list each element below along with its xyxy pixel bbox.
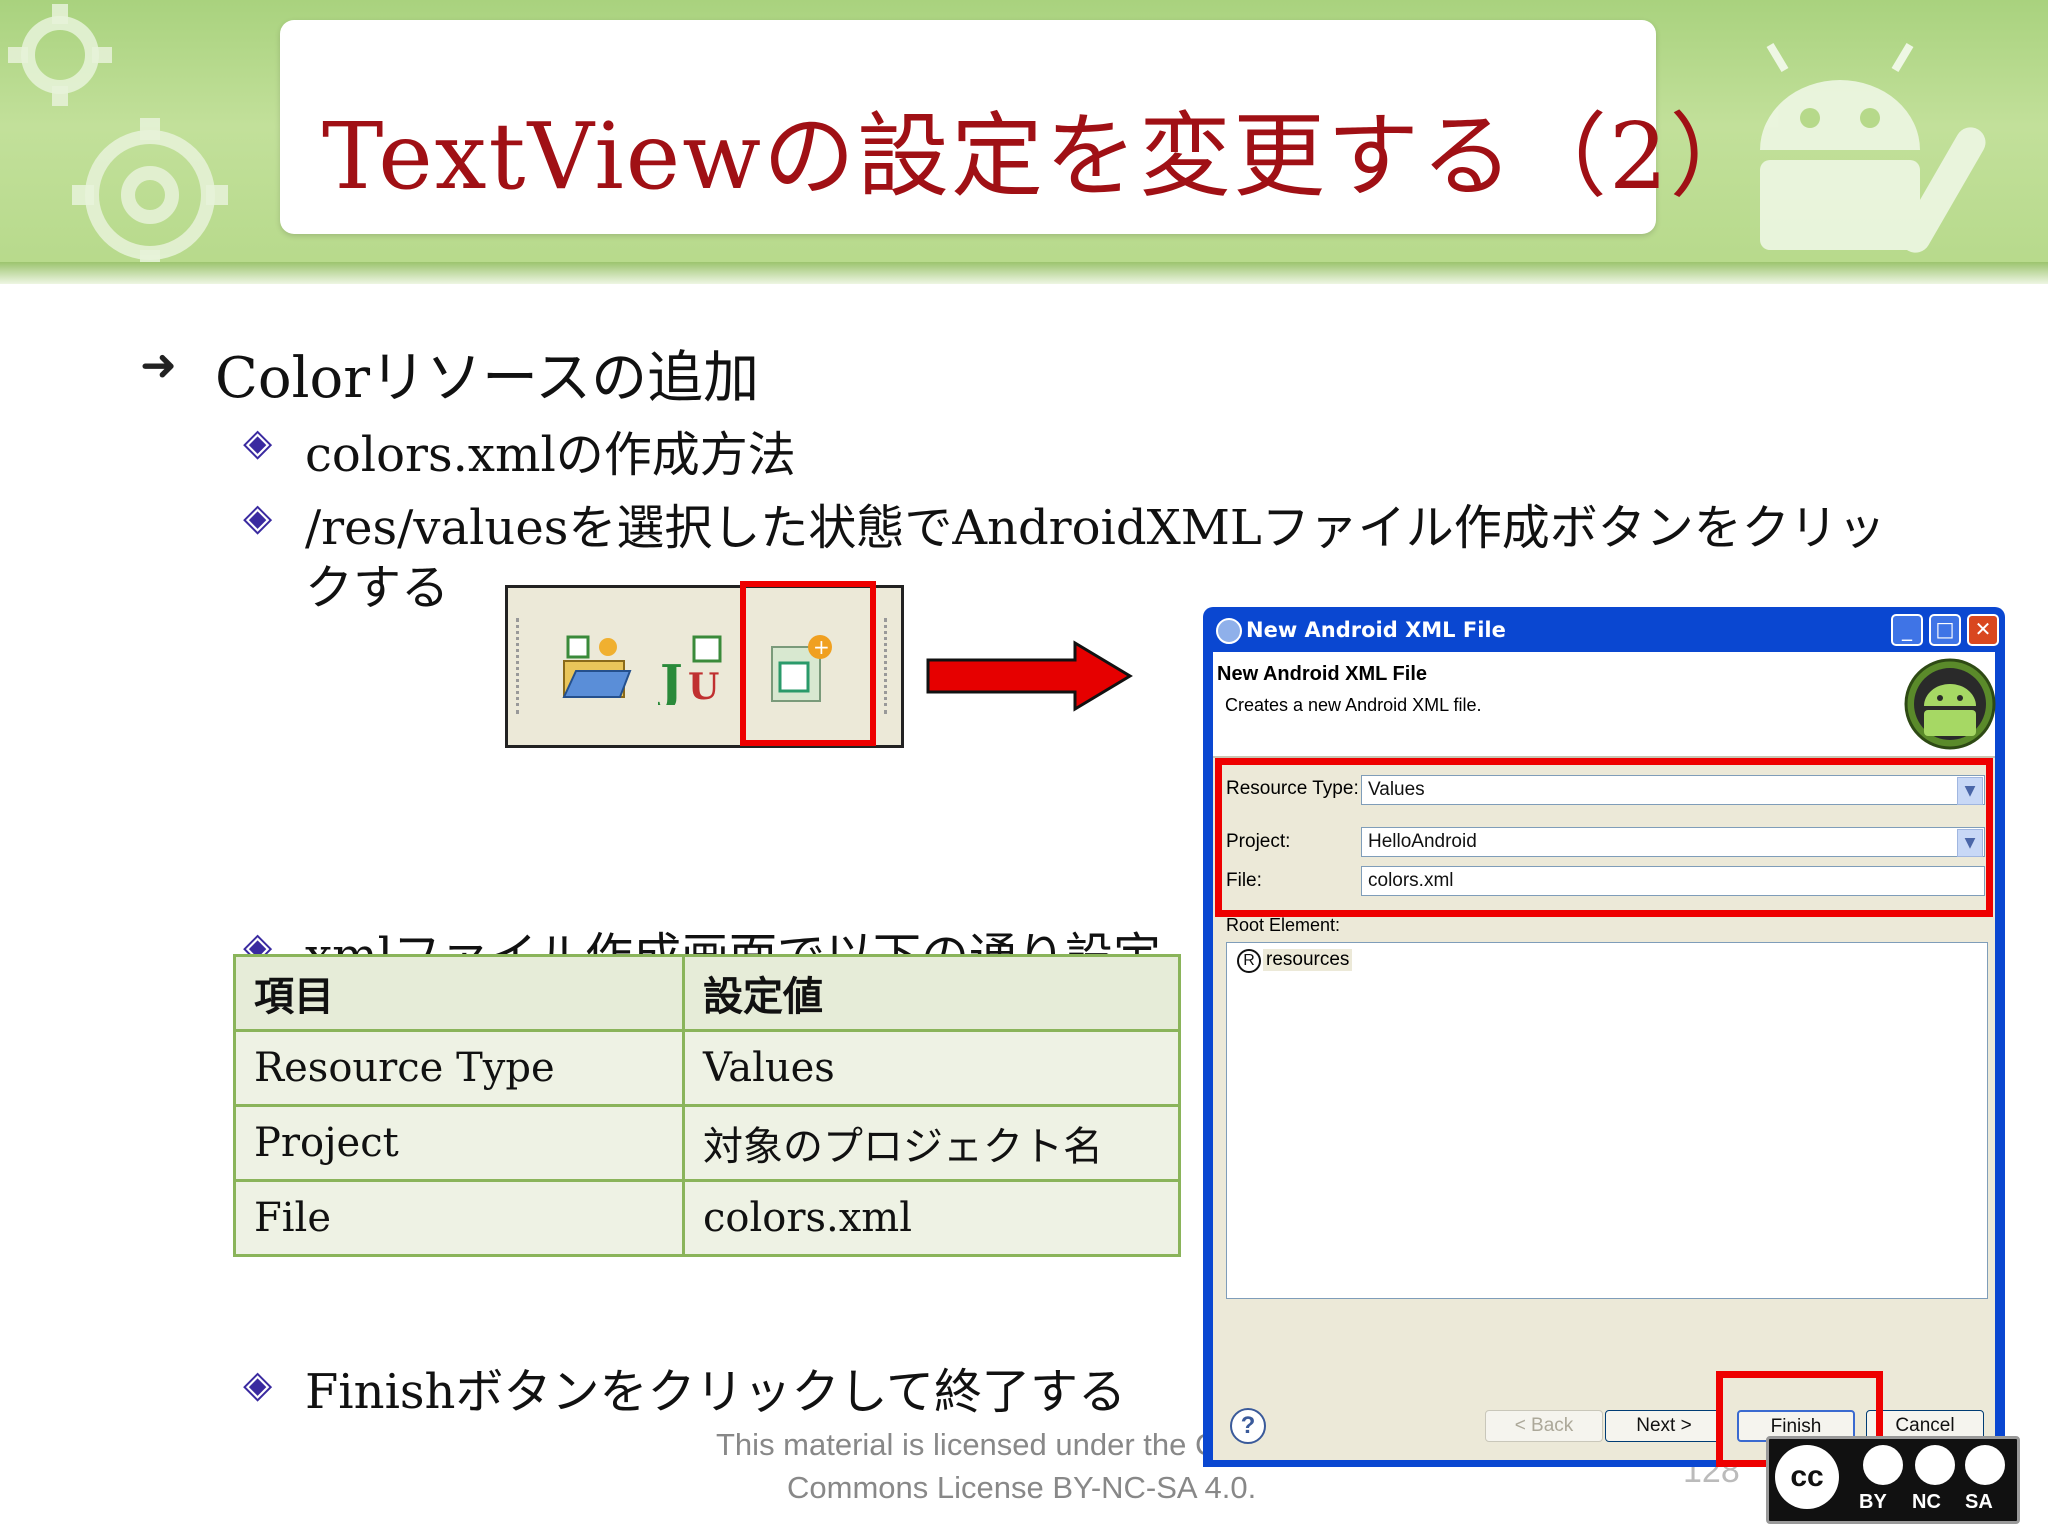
close-button[interactable]: ✕: [1967, 614, 1999, 646]
table-row: File colors.xml: [233, 1179, 1181, 1257]
toolbar-grip: [884, 618, 893, 714]
dialog-window-icon: [1216, 618, 1242, 644]
diamond-bullet-icon: ◈: [243, 924, 273, 954]
table-cell: File: [233, 1179, 685, 1257]
sub-bullet-4: Finishボタンをクリックして終了する: [305, 1364, 1127, 1420]
back-button[interactable]: < Back: [1485, 1410, 1603, 1442]
dialog-description: Creates a new Android XML file.: [1225, 695, 1482, 715]
table-header-cell: 項目: [233, 954, 685, 1032]
cc-circle-icon: cc: [1775, 1445, 1839, 1509]
diamond-bullet-icon: ◈: [243, 420, 273, 464]
arrow-right-icon: [926, 640, 1133, 712]
new-project-icon[interactable]: [560, 633, 632, 703]
sub-bullet-2-line2: クする: [305, 560, 450, 616]
table-cell: Resource Type: [233, 1029, 685, 1107]
cc-nc-icon: [1915, 1445, 1955, 1485]
diamond-bullet-icon: ◈: [243, 1362, 273, 1406]
minimize-button[interactable]: _: [1891, 614, 1923, 646]
root-element-label: Root Element:: [1226, 915, 1341, 935]
svg-text:J: J: [658, 655, 683, 705]
table-row: Project 対象のプロジェクト名: [233, 1104, 1181, 1182]
gear-icon: [8, 4, 228, 270]
table-header-cell: 設定値: [682, 954, 1181, 1032]
license-line-2: Commons License BY-NC-SA 4.0.: [787, 1470, 1257, 1505]
fields-highlight: [1215, 758, 1993, 917]
toolbar-highlight: [740, 581, 876, 746]
sub-bullet-1: colors.xmlの作成方法: [305, 427, 796, 483]
table-cell: 対象のプロジェクト名: [682, 1104, 1181, 1182]
help-icon[interactable]: ?: [1230, 1408, 1266, 1444]
table-cell: Project: [233, 1104, 685, 1182]
cc-by-icon: [1863, 1445, 1903, 1485]
cc-by-label: BY: [1859, 1491, 1887, 1513]
resource-node-icon: R: [1237, 949, 1261, 973]
svg-text:U: U: [688, 666, 719, 705]
dialog-heading: New Android XML File: [1217, 663, 1428, 685]
cc-nc-label: NC: [1912, 1491, 1941, 1513]
table-cell: colors.xml: [682, 1179, 1181, 1257]
bullet-heading: Colorリソースの追加: [215, 346, 760, 411]
cc-logo-icon: cc BY NC SA: [1766, 1436, 2020, 1524]
sub-bullet-3-clip: ◈ xmlファイル作成画面で以下の通り設定: [230, 910, 1190, 954]
table-header-row: 項目 設定値: [233, 954, 1181, 1032]
tree-item-resources[interactable]: resources: [1263, 949, 1353, 971]
android-logo-icon: [1904, 658, 1996, 750]
dialog-title: New Android XML File: [1246, 618, 1506, 642]
settings-table: 項目 設定値 Resource Type Values Project 対象のプ…: [233, 954, 1181, 1257]
page-title: TextViewの設定を変更する（2）: [322, 103, 1764, 210]
sub-bullet-3: xmlファイル作成画面で以下の通り設定: [305, 916, 1161, 954]
toolbar-grip: [516, 618, 525, 714]
arrow-bullet-icon: ➜: [140, 340, 177, 391]
banner-divider: [0, 262, 2048, 284]
junit-icon[interactable]: J U: [658, 633, 730, 705]
sub-bullet-2-line1: /res/valuesを選択した状態でAndroidXMLファイル作成ボタンをク…: [305, 500, 1886, 556]
table-cell: Values: [682, 1029, 1181, 1107]
root-element-tree[interactable]: R resources: [1226, 942, 1988, 1299]
cc-sa-icon: [1965, 1445, 2005, 1485]
diamond-bullet-icon: ◈: [243, 495, 273, 539]
next-button[interactable]: Next >: [1605, 1410, 1723, 1442]
table-row: Resource Type Values: [233, 1029, 1181, 1107]
cc-sa-label: SA: [1965, 1491, 1993, 1513]
maximize-button[interactable]: □: [1929, 614, 1961, 646]
